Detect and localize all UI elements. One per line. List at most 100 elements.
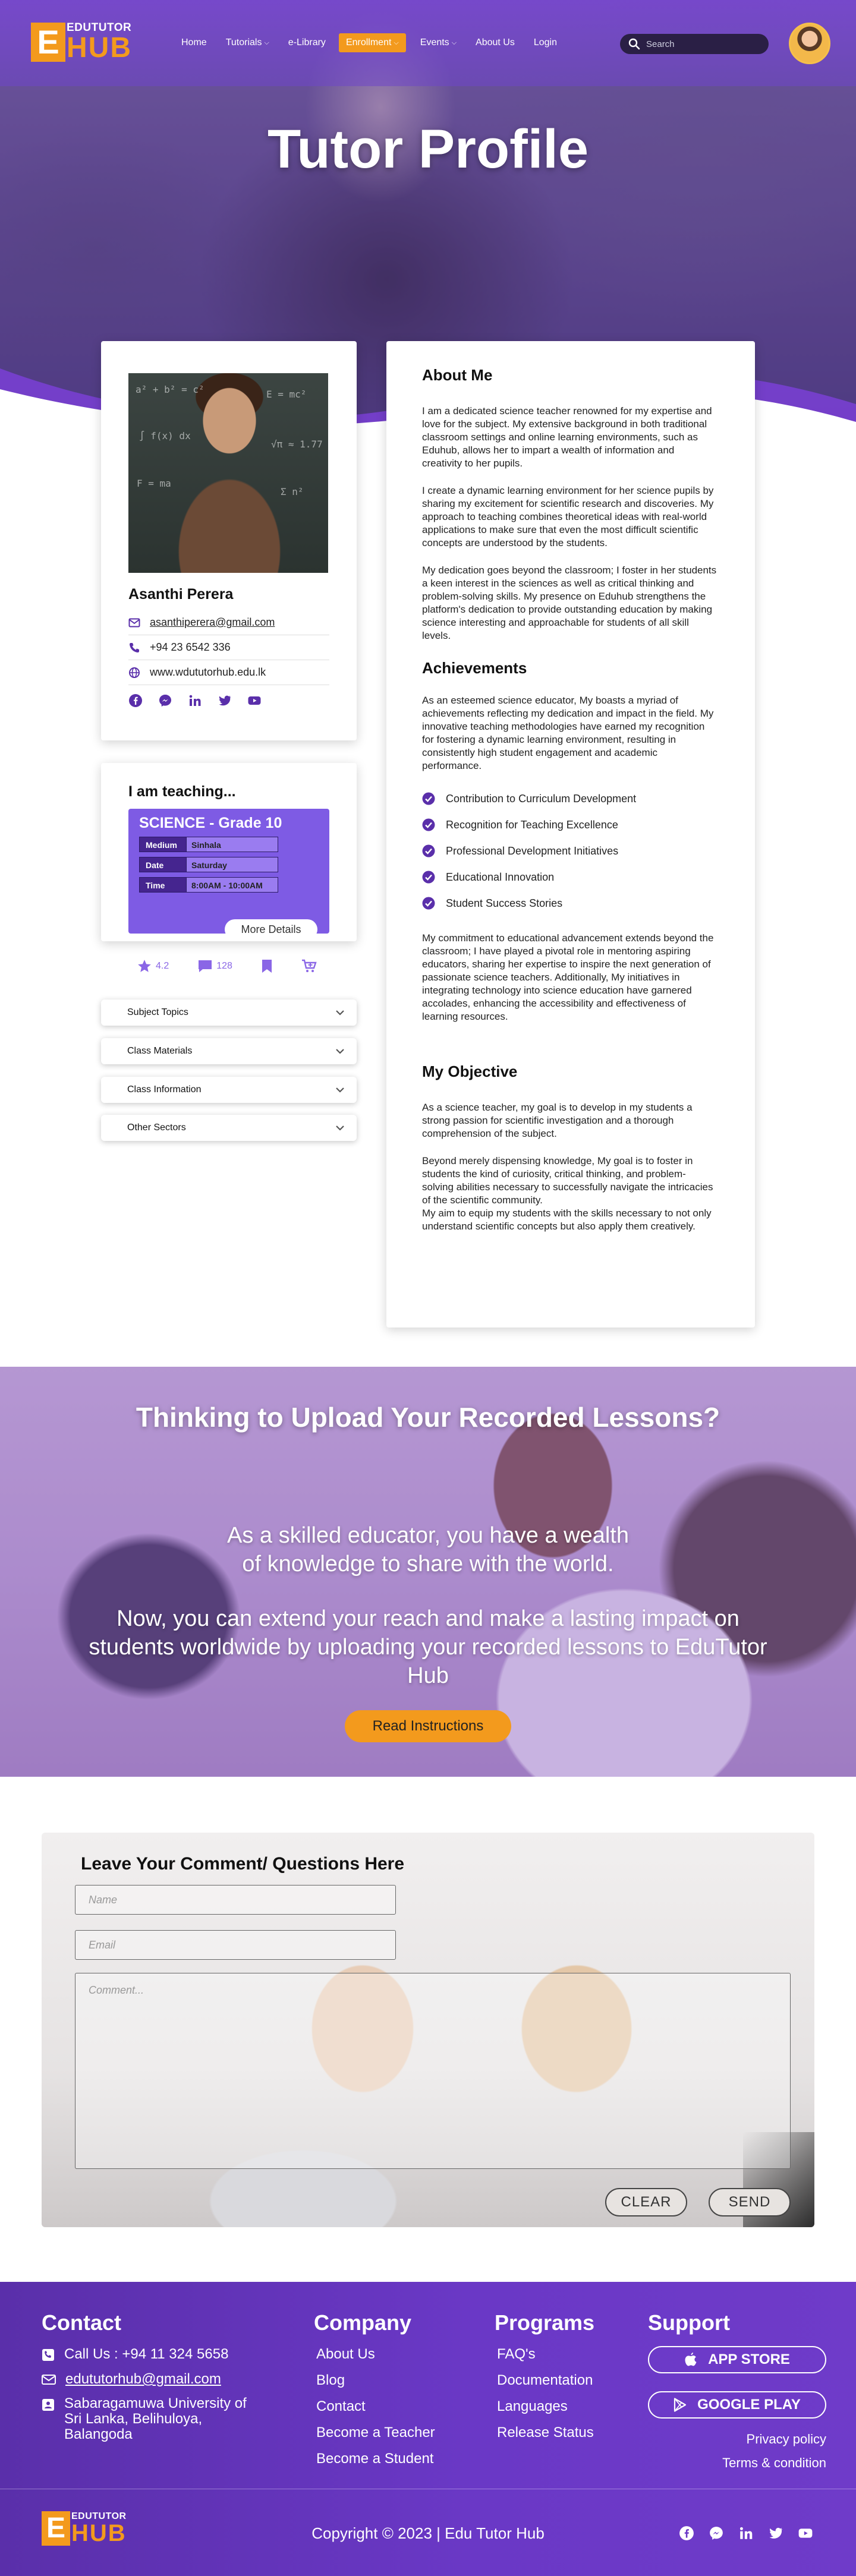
nav-enrollment[interactable]: Enrollment ⌵: [338, 33, 406, 52]
footer-link-contact[interactable]: Contact: [314, 2398, 468, 2415]
terms-link[interactable]: Terms & condition: [648, 2455, 826, 2471]
nav-enrollment-label: Enrollment: [345, 37, 392, 48]
youtube-icon[interactable]: [798, 2525, 813, 2544]
accordion-class-materials[interactable]: Class Materials: [101, 1038, 357, 1064]
class-detail-value: Sinhala: [187, 837, 278, 852]
class-detail-label: Date: [139, 857, 187, 872]
chevron-down-icon: [336, 1010, 344, 1016]
cart-icon: [301, 959, 317, 972]
footer-link-documentation[interactable]: Documentation: [495, 2372, 631, 2389]
upload-lessons-banner: Thinking to Upload Your Recorded Lessons…: [0, 1367, 856, 1777]
clear-button[interactable]: CLEAR: [605, 2188, 687, 2216]
class-stats: 4.2 128: [128, 958, 329, 974]
class-name: SCIENCE - Grade 10: [139, 815, 282, 831]
nav-home[interactable]: Home: [181, 33, 207, 52]
email-input[interactable]: [75, 1930, 396, 1960]
footer-link-faq[interactable]: FAQ's: [495, 2346, 631, 2363]
more-details-button[interactable]: More Details: [225, 919, 317, 939]
footer-link-become-student[interactable]: Become a Student: [314, 2451, 468, 2467]
upload-paragraph: Now, you can extend your reach and make …: [89, 1606, 767, 1688]
footer-support-heading: Support: [648, 2310, 730, 2335]
footer-link-languages[interactable]: Languages: [495, 2398, 631, 2415]
nav-elibrary-label: e-Library: [288, 37, 326, 48]
footer-link-release-status[interactable]: Release Status: [495, 2424, 631, 2441]
class-card: SCIENCE - Grade 10 Medium Sinhala Date S…: [128, 809, 329, 939]
nav-login[interactable]: Login: [534, 33, 557, 52]
email-icon: [128, 618, 140, 627]
check-circle-icon: [422, 818, 435, 831]
nav-about-label: About Us: [476, 37, 515, 48]
read-instructions-button[interactable]: Read Instructions: [345, 1710, 511, 1742]
accordion-class-information[interactable]: Class Information: [101, 1077, 357, 1103]
upload-title: Thinking to Upload Your Recorded Lessons…: [136, 1402, 720, 1433]
google-play-button[interactable]: GOOGLE PLAY: [648, 2391, 826, 2419]
phone-icon: [130, 642, 139, 652]
send-button[interactable]: SEND: [709, 2188, 791, 2216]
footer-company-heading: Company: [314, 2310, 412, 2335]
search-input[interactable]: [646, 39, 759, 49]
rating-stat[interactable]: 4.2: [137, 958, 169, 974]
nav-about-us[interactable]: About Us: [476, 33, 515, 52]
cart-button[interactable]: [301, 959, 317, 973]
accordion-subject-topics[interactable]: Subject Topics: [101, 999, 357, 1026]
objective-paragraph: As a science teacher, my goal is to deve…: [422, 1102, 693, 1139]
achievement-text: Student Success Stories: [446, 897, 563, 909]
search-bar[interactable]: [620, 34, 769, 54]
profile-section: a² + b² = c² E = mc² ∫ f(x) dx √π ≈ 1.77…: [0, 341, 856, 1367]
chalk-text: a² + b² = c²: [136, 384, 204, 395]
bookmark-button[interactable]: [261, 959, 273, 973]
class-detail-row: Time 8:00AM - 10:00AM: [139, 877, 319, 893]
nav-tutorials[interactable]: Tutorials ⌵: [226, 33, 269, 52]
footer-address-row: Sabaragamuwa University of Sri Lanka, Be…: [42, 2396, 279, 2442]
linkedin-icon[interactable]: [738, 2525, 754, 2544]
comment-icon: [199, 960, 212, 972]
check-circle-icon: [422, 792, 435, 805]
footer-link-become-teacher[interactable]: Become a Teacher: [314, 2424, 468, 2441]
chevron-down-icon: [336, 1125, 344, 1131]
app-store-button[interactable]: APP STORE: [648, 2346, 826, 2373]
tutor-email-link[interactable]: asanthiperera@gmail.com: [150, 616, 275, 629]
logo-bottom-text: HUB: [67, 32, 132, 64]
footer-link-about-us[interactable]: About Us: [314, 2346, 468, 2363]
comments-stat[interactable]: 128: [197, 959, 232, 973]
facebook-icon[interactable]: [679, 2525, 694, 2544]
twitter-icon[interactable]: [218, 693, 232, 708]
name-input[interactable]: [75, 1885, 396, 1915]
comment-section: Leave Your Comment/ Questions Here CLEAR…: [0, 1777, 856, 2282]
chalk-text: √π ≈ 1.77: [271, 439, 323, 450]
linkedin-icon[interactable]: [188, 693, 202, 708]
footer-email-row: edututorhub@gmail.com: [42, 2371, 279, 2388]
chalk-text: Σ n²: [281, 486, 304, 497]
brand-logo[interactable]: E EDUTUTOR HUB: [31, 19, 132, 64]
facebook-icon[interactable]: [128, 693, 143, 708]
footer-link-blog[interactable]: Blog: [314, 2372, 468, 2389]
footer-company-column: Company About Us Blog Contact Become a T…: [314, 2310, 468, 2467]
star-icon: [138, 960, 151, 972]
nav-events[interactable]: Events ⌵: [420, 33, 457, 52]
tutor-name: Asanthi Perera: [128, 586, 234, 603]
footer-email-link[interactable]: edututorhub@gmail.com: [65, 2371, 221, 2388]
footer-programs-column: Programs FAQ's Documentation Languages R…: [495, 2310, 631, 2441]
upload-paragraph: As a skilled educator, you have a wealth…: [227, 1523, 629, 1577]
comment-title: Leave Your Comment/ Questions Here: [81, 1854, 405, 1874]
user-avatar[interactable]: [789, 23, 830, 64]
youtube-icon[interactable]: [247, 693, 262, 708]
privacy-policy-link[interactable]: Privacy policy: [648, 2432, 826, 2447]
tutor-photo: a² + b² = c² E = mc² ∫ f(x) dx √π ≈ 1.77…: [128, 373, 328, 573]
chevron-down-icon: [336, 1049, 344, 1054]
messenger-icon[interactable]: [158, 693, 172, 708]
about-paragraph: I am a dedicated science teacher renowne…: [422, 405, 712, 469]
class-detail-label: Medium: [139, 837, 187, 852]
comment-textarea[interactable]: [75, 1973, 791, 2169]
achievement-text: Contribution to Curriculum Development: [446, 792, 637, 805]
nav-elibrary[interactable]: e-Library: [288, 33, 326, 52]
footer-phone-row: Call Us : +94 11 324 5658: [42, 2346, 279, 2363]
accordion-other-sectors[interactable]: Other Sectors: [101, 1115, 357, 1141]
app-store-label: APP STORE: [708, 2351, 790, 2367]
achievement-item: Contribution to Curriculum Development: [422, 786, 717, 812]
tutor-website-link[interactable]: www.wdututorhub.edu.lk: [150, 666, 266, 679]
twitter-icon[interactable]: [768, 2525, 783, 2544]
messenger-icon[interactable]: [709, 2525, 724, 2544]
bookmark-icon: [262, 960, 272, 973]
achievement-item: Student Success Stories: [422, 890, 717, 916]
